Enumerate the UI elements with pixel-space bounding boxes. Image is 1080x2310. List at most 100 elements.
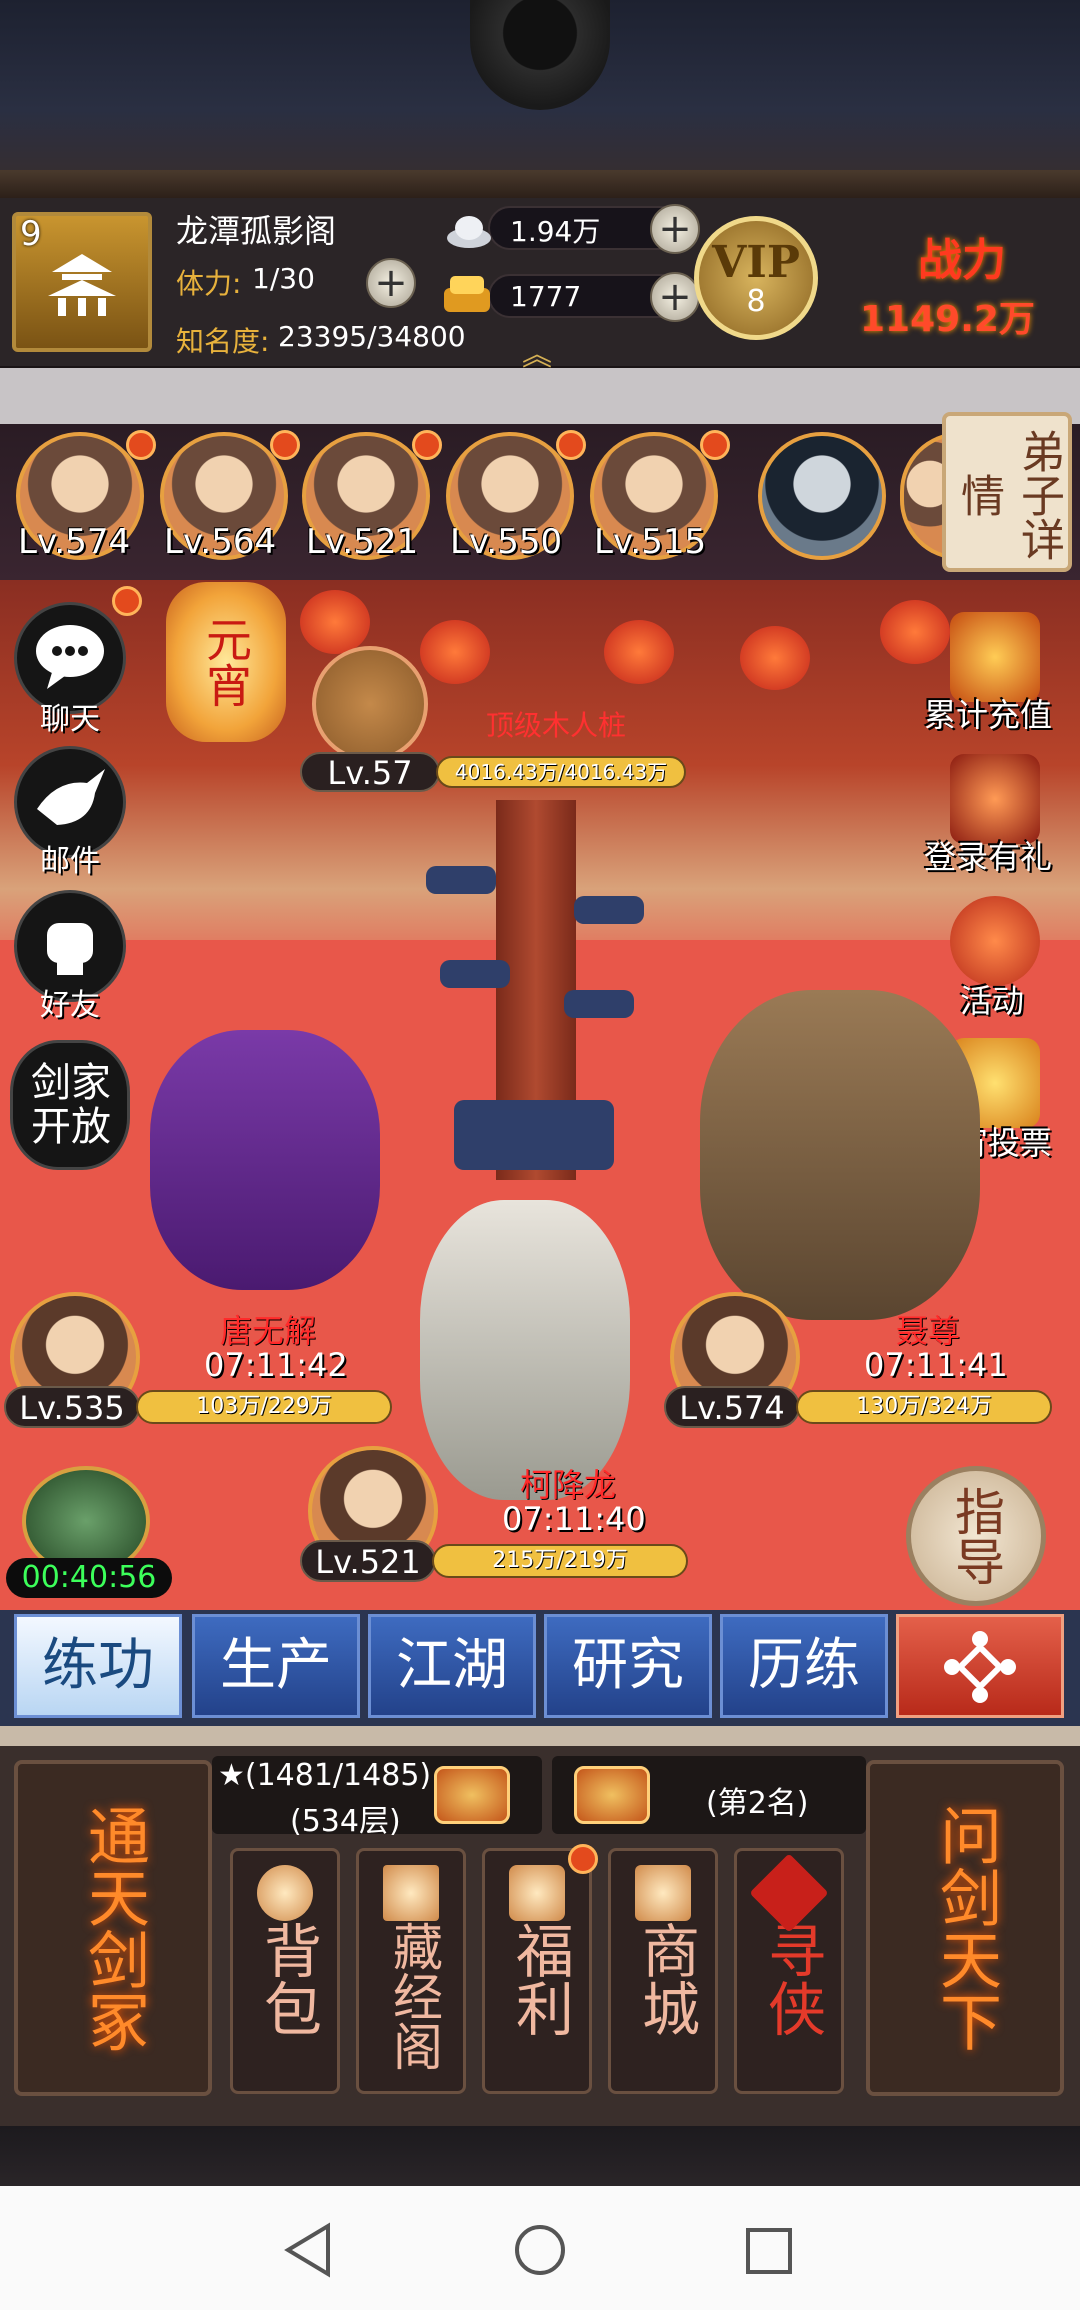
fighter-figure[interactable]	[150, 1030, 380, 1290]
pavilion-icon	[383, 1865, 439, 1921]
notification-badge	[568, 1844, 598, 1874]
fame-label: 知名度:	[176, 325, 270, 358]
notification-badge	[412, 430, 442, 460]
shop-icon	[635, 1865, 691, 1921]
lantern-icon[interactable]	[950, 896, 1040, 986]
fighter-hp: 130万/324万	[796, 1390, 1052, 1424]
chat-label: 聊天	[40, 702, 100, 737]
guide-button[interactable]: 指导	[906, 1466, 1046, 1606]
fighter-timer: 07:11:41	[864, 1346, 1008, 1384]
fighter-level: Lv.521	[300, 1540, 436, 1582]
disciple-level: Lv.574	[18, 522, 131, 562]
back-icon[interactable]	[282, 2222, 334, 2278]
gift-box-icon[interactable]	[574, 1766, 650, 1824]
login-reward-label[interactable]: 登录有礼	[924, 832, 1052, 878]
gift-box-icon[interactable]	[434, 1766, 510, 1824]
dummy-arm	[440, 960, 510, 988]
training-dummy-level: Lv.57	[300, 752, 440, 792]
fighter-level: Lv.574	[664, 1386, 800, 1428]
welfare-button[interactable]: 福利	[482, 1848, 592, 2094]
mail-label: 邮件	[40, 844, 100, 879]
lantern-decoration	[604, 620, 674, 684]
fighter-timer: 07:11:40	[502, 1500, 646, 1538]
disciple-level: Lv.550	[450, 522, 563, 562]
lantern-festival-event[interactable]: 元宵	[166, 582, 286, 742]
activity-label[interactable]: 活动	[960, 976, 1024, 1022]
welfare-label: 福利	[506, 1921, 574, 2037]
fighter-timer: 07:11:42	[204, 1346, 348, 1384]
disciple-level: Lv.515	[594, 522, 707, 562]
shop-button[interactable]: 商城	[608, 1848, 718, 2094]
peach-icon	[257, 1865, 313, 1921]
lantern-decoration	[420, 620, 490, 684]
add-silver-button[interactable]: +	[650, 204, 700, 254]
roof-beam	[0, 170, 1080, 200]
fighter-figure[interactable]	[420, 1200, 630, 1500]
home-icon[interactable]	[512, 2222, 568, 2278]
player-level: 9	[20, 214, 42, 254]
seek-hero-label: 寻侠	[758, 1921, 826, 2037]
recents-icon[interactable]	[744, 2226, 794, 2276]
vip-badge[interactable]: VIP 8	[694, 216, 818, 340]
dummy-arm	[574, 896, 644, 924]
dummy-arm	[564, 990, 634, 1018]
scripture-pavilion-label: 藏经阁	[385, 1921, 443, 2071]
lantern-decoration	[300, 590, 370, 654]
gold-ingot-icon[interactable]	[950, 612, 1040, 702]
ask-sword-button[interactable]: 问剑天下	[866, 1760, 1064, 2096]
seek-hero-button[interactable]: 寻侠	[734, 1848, 844, 2094]
dummy-base	[454, 1100, 614, 1170]
tower-floor: (534层)	[290, 1804, 401, 1839]
tab-practice[interactable]: 练功	[14, 1614, 182, 1718]
disciple-level: Lv.521	[306, 522, 419, 562]
sword-house-button[interactable]: 剑家开放	[10, 1040, 130, 1170]
recharge-label[interactable]: 累计充值	[924, 690, 1052, 736]
training-dummy-hp: 4016.43万/4016.43万	[436, 756, 686, 788]
tab-research[interactable]: 研究	[544, 1614, 712, 1718]
friends-label: 好友	[40, 988, 100, 1023]
notification-badge	[700, 430, 730, 460]
tab-more[interactable]	[896, 1614, 1064, 1718]
separator-strip	[0, 368, 1080, 424]
tab-jianghu[interactable]: 江湖	[368, 1614, 536, 1718]
disciple-level: Lv.564	[164, 522, 277, 562]
dummy-arm	[426, 866, 496, 894]
flower-knot-icon	[944, 1631, 1016, 1703]
tower-progress: ★(1481/1485)	[218, 1758, 432, 1793]
gold-value: 1777	[510, 280, 582, 313]
scripture-pavilion-button[interactable]: 藏经阁	[356, 1848, 466, 2094]
lantern-decoration	[740, 626, 810, 690]
gold-ingot-icon	[444, 276, 490, 312]
backpack-button[interactable]: 背包	[230, 1848, 340, 2094]
stamina-label: 体力:	[176, 267, 242, 300]
fighter-hp: 215万/219万	[432, 1544, 688, 1578]
training-dummy-name: 顶级木人桩	[486, 709, 627, 742]
disciple-avatar[interactable]	[758, 432, 886, 560]
treasure-chest-icon[interactable]	[950, 754, 1040, 844]
vip-level: 8	[746, 284, 766, 319]
fighter-figure[interactable]	[700, 990, 980, 1320]
notification-badge	[112, 586, 142, 616]
player-name: 龙潭孤影阁	[176, 212, 337, 250]
sword-tomb-button[interactable]: 通天剑冢	[14, 1760, 212, 2096]
tab-production[interactable]: 生产	[192, 1614, 360, 1718]
sword-house-label: 剑家开放	[31, 1060, 111, 1150]
lantern-decoration	[880, 600, 950, 664]
shop-label: 商城	[632, 1921, 700, 2037]
silver-value: 1.94万	[510, 215, 601, 248]
floor-pattern	[0, 2126, 1080, 2186]
fighter-hp: 103万/229万	[136, 1390, 392, 1424]
rank-text: (第2名)	[706, 1786, 809, 1821]
silver-ingot-icon	[447, 216, 491, 248]
backpack-label: 背包	[254, 1921, 322, 2037]
add-stamina-button[interactable]: +	[366, 258, 416, 308]
tab-experience[interactable]: 历练	[720, 1614, 888, 1718]
fighter-level: Lv.535	[4, 1386, 140, 1428]
vip-label: VIP	[712, 237, 800, 288]
notification-badge	[126, 430, 156, 460]
building-timer: 00:40:56	[6, 1558, 172, 1598]
add-gold-button[interactable]: +	[650, 272, 700, 322]
training-dummy-avatar[interactable]	[312, 646, 428, 762]
disciple-details-button[interactable]: 弟子详情	[942, 412, 1072, 572]
notification-badge	[270, 430, 300, 460]
